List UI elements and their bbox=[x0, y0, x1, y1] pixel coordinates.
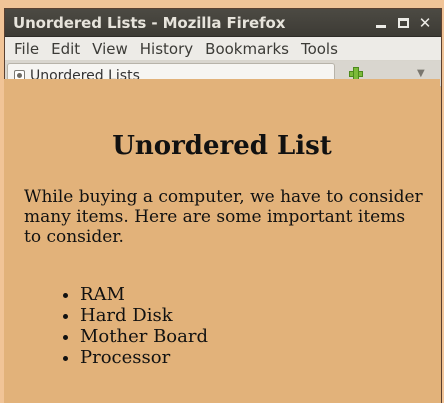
window-title: Unordered Lists - Mozilla Firefox bbox=[13, 13, 286, 32]
window-controls: ✕ bbox=[371, 13, 435, 33]
list-item: RAM bbox=[80, 284, 208, 305]
minimize-icon bbox=[376, 24, 386, 28]
minimize-button[interactable] bbox=[371, 13, 391, 33]
title-bar[interactable]: Unordered Lists - Mozilla Firefox ✕ bbox=[5, 9, 441, 37]
page-heading: Unordered List bbox=[112, 131, 332, 161]
screenshot-background: Unordered Lists - Mozilla Firefox ✕ File… bbox=[0, 0, 444, 403]
list-item: Processor bbox=[80, 347, 208, 368]
page-paragraph: While buying a computer, we have to cons… bbox=[24, 187, 423, 247]
menu-tools[interactable]: Tools bbox=[295, 40, 344, 58]
menu-bookmarks[interactable]: Bookmarks bbox=[199, 40, 295, 58]
menu-edit[interactable]: Edit bbox=[45, 40, 86, 58]
list-item: Mother Board bbox=[80, 326, 208, 347]
close-button[interactable]: ✕ bbox=[415, 13, 435, 33]
menu-history[interactable]: History bbox=[134, 40, 199, 58]
page-content: Unordered List While buying a computer, … bbox=[4, 79, 440, 403]
menu-file[interactable]: File bbox=[8, 40, 45, 58]
chevron-down-icon[interactable]: ▼ bbox=[417, 68, 425, 79]
unordered-list: RAM Hard Disk Mother Board Processor bbox=[4, 284, 208, 368]
menu-view[interactable]: View bbox=[86, 40, 134, 58]
maximize-icon bbox=[397, 17, 409, 28]
list-item: Hard Disk bbox=[80, 305, 208, 326]
maximize-button[interactable] bbox=[393, 13, 413, 33]
menu-bar: File Edit View History Bookmarks Tools bbox=[5, 37, 441, 61]
close-icon: ✕ bbox=[418, 13, 432, 32]
plus-icon-center bbox=[354, 72, 358, 76]
